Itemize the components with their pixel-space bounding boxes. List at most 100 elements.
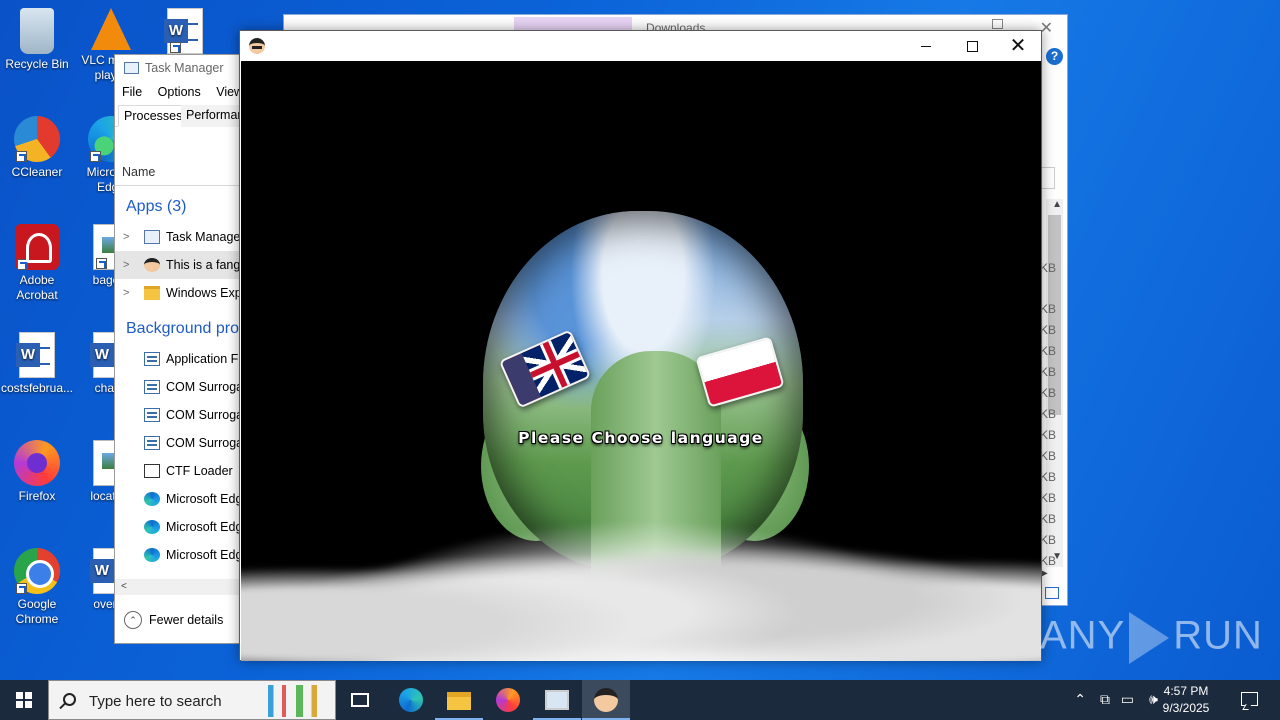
desktop-icon-label: Firefox (18, 489, 56, 503)
task-manager-icon (545, 690, 569, 710)
menu-options[interactable]: Options (158, 85, 201, 99)
play-icon (1129, 612, 1170, 664)
process-label: Microsoft Edge (166, 520, 250, 534)
language-prompt: Please Choose language (518, 429, 764, 447)
app-window-icon (144, 380, 160, 394)
firefox-icon (14, 440, 60, 486)
size-unit: KB (1040, 302, 1057, 316)
task-view-icon (351, 693, 369, 707)
app-window-icon (144, 408, 160, 422)
size-unit: KB (1040, 491, 1057, 505)
desktop-icon-word-doc[interactable] (148, 8, 222, 57)
process-label: Microsoft Edge (166, 492, 250, 506)
tray-app-icon[interactable]: ⧉ (1100, 691, 1110, 708)
chrome-icon (14, 548, 60, 594)
desktop-icon-label: Google Chrome (15, 597, 59, 626)
ccleaner-icon (14, 116, 60, 162)
chevron-right-icon[interactable]: > (123, 251, 129, 279)
taskbar-file-explorer[interactable] (435, 680, 483, 720)
menu-file[interactable]: File (122, 85, 142, 99)
ctf-loader-icon (144, 464, 160, 478)
desktop-icon-ccleaner[interactable]: CCleaner (0, 116, 74, 180)
chevron-right-icon[interactable]: > (123, 223, 129, 251)
tab-processes[interactable]: Processes (118, 105, 189, 127)
notification-center-icon[interactable] (1241, 692, 1258, 706)
network-icon[interactable]: ▭ (1121, 691, 1134, 708)
clock-date: 9/3/2025 (1162, 701, 1210, 715)
size-unit: KB (1040, 533, 1057, 547)
tray-overflow-icon[interactable]: ⌃ (1074, 691, 1086, 708)
desktop-icon-acrobat[interactable]: Adobe Acrobat (0, 224, 74, 303)
word-doc-icon (16, 332, 55, 378)
windows-logo-icon (16, 692, 32, 708)
desktop-icon-recycle-bin[interactable]: Recycle Bin (0, 8, 74, 72)
size-unit: KB (1040, 428, 1057, 442)
size-unit: KB (1040, 261, 1057, 275)
desktop-icon-label: Recycle Bin (5, 57, 69, 71)
acrobat-icon (15, 224, 59, 270)
desktop-icon-label: Adobe Acrobat (16, 273, 58, 302)
help-icon[interactable]: ? (1046, 48, 1063, 65)
edge-icon (144, 520, 160, 534)
size-unit: KB (1040, 344, 1057, 358)
details-view-icon[interactable] (1045, 587, 1059, 599)
minimize-button[interactable] (903, 31, 949, 61)
watermark-right: RUN (1173, 613, 1263, 658)
size-unit: KB (1040, 323, 1057, 337)
window-title: Task Manager (145, 61, 224, 75)
start-button[interactable] (0, 680, 48, 720)
vlc-icon (91, 8, 131, 50)
chevron-up-icon: ⌃ (124, 611, 142, 629)
desktop-icon-chrome[interactable]: Google Chrome (0, 548, 74, 627)
size-unit: KB (1040, 365, 1057, 379)
scroll-left-icon[interactable]: < (121, 579, 127, 595)
process-label: Microsoft Edge (166, 548, 250, 562)
file-size-column: KB KB KB KB KB KB KB KB KB KB KB KB KB K… (1040, 258, 1056, 572)
size-unit: KB (1040, 407, 1057, 421)
app-window-icon (144, 436, 160, 450)
game-titlebar[interactable]: ✕ (240, 31, 1041, 61)
game-window[interactable]: ✕ Please Choose language (239, 30, 1042, 661)
scroll-up-icon[interactable]: ▲ (1052, 199, 1062, 210)
folder-icon (144, 286, 160, 300)
size-unit: KB (1040, 512, 1057, 526)
taskbar-firefox[interactable] (484, 680, 532, 720)
task-manager-icon (124, 62, 139, 74)
mario-app-icon (249, 38, 265, 54)
process-label: CTF Loader (166, 464, 233, 478)
task-manager-icon (144, 230, 160, 244)
process-label: Task Manager (166, 230, 245, 244)
taskbar-task-manager[interactable] (533, 680, 581, 720)
clock-time: 4:57 PM (1163, 684, 1209, 698)
desktop-icon-label: costsfebrua... (0, 381, 74, 395)
recycle-bin-icon (20, 8, 54, 54)
close-button[interactable]: ✕ (995, 31, 1041, 61)
taskbar-edge[interactable] (387, 680, 435, 720)
taskbar-search-box[interactable]: Type here to search (48, 680, 336, 720)
maximize-button[interactable] (949, 31, 995, 61)
taskbar-task-view[interactable] (336, 680, 384, 720)
taskbar: Type here to search ⌃ ⧉ ▭ 🕪 4:57 PM 9/3/… (0, 680, 1280, 720)
file-explorer-icon (447, 692, 471, 710)
column-header-name[interactable]: Name (122, 165, 155, 179)
desktop-icon-firefox[interactable]: Firefox (0, 440, 74, 504)
watermark-left: ANY (1040, 613, 1126, 658)
search-highlight-image (261, 685, 331, 717)
taskbar-clock[interactable]: 4:57 PM 9/3/2025 (1152, 683, 1220, 717)
mario-icon (144, 258, 160, 272)
maximize-icon[interactable] (992, 19, 1003, 29)
group-apps: Apps (3) (126, 198, 187, 215)
desktop-icon-costsfebrua[interactable]: costsfebrua... (0, 332, 74, 396)
game-canvas[interactable]: Please Choose language (241, 61, 1041, 661)
edge-icon (144, 492, 160, 506)
edge-icon (399, 688, 423, 712)
search-placeholder: Type here to search (89, 693, 222, 710)
mario-game-icon (594, 688, 618, 712)
app-window-icon (144, 352, 160, 366)
desktop-icon-label: CCleaner (11, 165, 63, 179)
edge-icon (144, 548, 160, 562)
chevron-right-icon[interactable]: > (123, 279, 129, 307)
taskbar-game[interactable] (582, 680, 630, 720)
word-doc-icon (164, 8, 203, 54)
fewer-details-label: Fewer details (149, 613, 224, 627)
